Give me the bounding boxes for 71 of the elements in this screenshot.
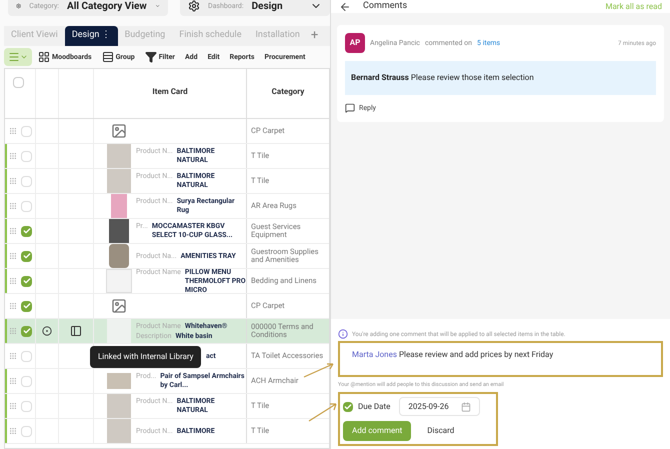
row-checkbox[interactable]	[21, 250, 32, 262]
drag-handle-icon[interactable]	[9, 252, 17, 260]
drag-handle-icon[interactable]	[9, 327, 17, 335]
due-date-checkbox[interactable]	[343, 402, 353, 412]
drag-handle-icon[interactable]	[9, 302, 17, 310]
tooltip: Linked with Internal Library	[90, 346, 202, 368]
drag-handle-icon[interactable]	[9, 352, 17, 360]
back-icon[interactable]	[339, 0, 351, 12]
drag-handle-icon[interactable]	[9, 427, 17, 435]
moodboard-icon	[38, 51, 50, 63]
tab[interactable]: Design ⋮	[64, 26, 118, 46]
panel-title: Comments	[363, 0, 408, 13]
photo-placeholder	[107, 144, 131, 168]
due-date-label: Due Date	[358, 400, 390, 413]
row-checkbox[interactable]	[21, 126, 32, 136]
photo-placeholder	[107, 373, 131, 389]
row-checkbox[interactable]	[21, 176, 32, 186]
settings-icon	[188, 0, 200, 12]
calendar-icon	[460, 402, 471, 412]
drag-handle-icon[interactable]	[9, 152, 17, 160]
menu-icon	[8, 51, 20, 63]
discard-button[interactable]: Discard	[419, 425, 462, 438]
photo-placeholder	[107, 419, 131, 443]
check-icon	[22, 302, 30, 310]
check-icon	[22, 227, 30, 235]
photo-placeholder	[109, 244, 129, 268]
row-checkbox[interactable]	[21, 150, 32, 162]
image-placeholder-icon	[111, 123, 127, 139]
photo-placeholder	[106, 269, 132, 293]
row-checkbox[interactable]	[21, 350, 32, 362]
select-all-checkbox[interactable]	[13, 77, 24, 88]
photo-placeholder	[109, 219, 129, 243]
annotation-arrow	[303, 362, 335, 378]
row-checkbox[interactable]	[21, 376, 32, 386]
photo-placeholder	[107, 394, 131, 418]
check-icon	[344, 402, 352, 411]
info-icon	[338, 329, 348, 339]
row-checkbox[interactable]	[21, 300, 32, 312]
caret-icon	[20, 53, 28, 61]
row-checkbox[interactable]	[21, 200, 32, 212]
drag-handle-icon[interactable]	[9, 127, 17, 135]
drag-handle-icon[interactable]	[9, 177, 17, 185]
filter-value: Design	[252, 0, 283, 14]
column-header: Category	[272, 87, 304, 96]
avatar: AP	[345, 33, 365, 53]
comment-message: Bernard Strauss Please review those item selection	[345, 61, 656, 95]
radio-icon[interactable]	[42, 326, 52, 336]
column-header: Item Card	[152, 87, 188, 96]
row-checkbox[interactable]	[21, 276, 32, 286]
check-icon	[22, 327, 30, 335]
image-placeholder-icon	[111, 298, 127, 314]
row-checkbox[interactable]	[21, 400, 32, 412]
drag-handle-icon[interactable]	[9, 202, 17, 210]
panel-icon[interactable]	[70, 325, 82, 337]
filter-icon	[144, 51, 157, 63]
drag-handle-icon[interactable]	[9, 227, 17, 235]
row-checkbox[interactable]	[21, 326, 32, 336]
filter-value: All Category View	[67, 0, 147, 14]
row-checkbox[interactable]	[21, 426, 32, 436]
drag-handle-icon[interactable]	[9, 377, 17, 385]
photo-placeholder	[107, 319, 131, 343]
comment-input[interactable]: Marta Jones Please review and add prices by next Friday	[338, 341, 663, 377]
reply-icon	[345, 103, 355, 114]
drag-handle-icon[interactable]	[9, 277, 17, 285]
row-checkbox[interactable]	[21, 226, 32, 236]
drag-handle-icon[interactable]	[9, 402, 17, 410]
date-field[interactable]: 2025-09-26	[399, 397, 480, 416]
view-menu-button[interactable]	[4, 48, 32, 66]
check-icon	[22, 277, 30, 285]
check-icon	[22, 252, 30, 260]
list-icon	[102, 51, 114, 63]
